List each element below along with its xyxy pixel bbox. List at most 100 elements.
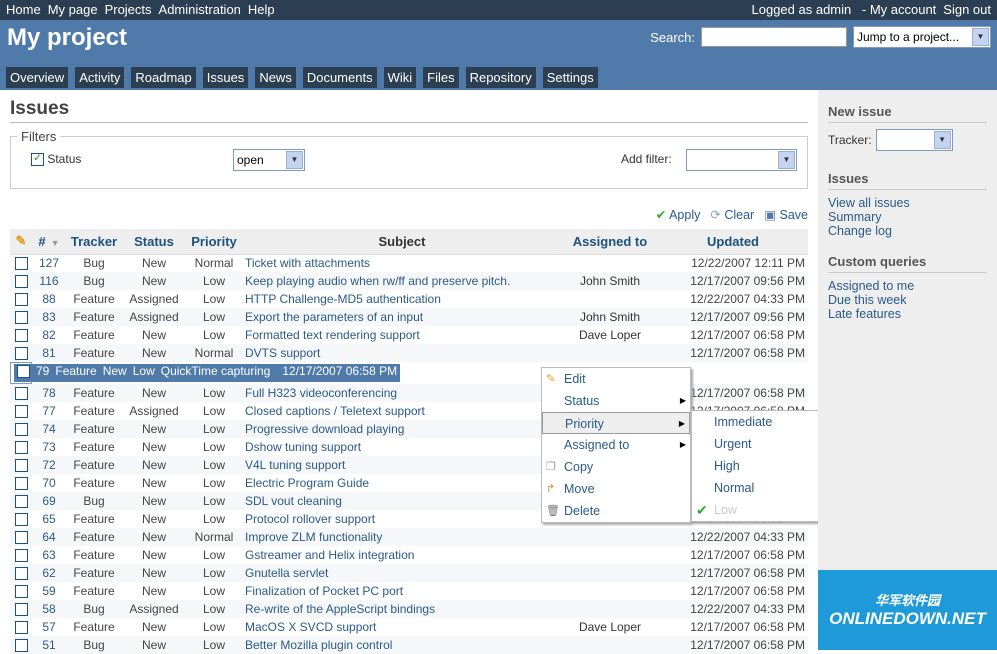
subject[interactable]: Gnutella servlet <box>242 564 562 582</box>
status-operator-select[interactable]: open ▼ <box>233 149 305 171</box>
sidebar-link-summary[interactable]: Summary <box>828 210 987 224</box>
issue-id[interactable]: 70 <box>32 474 66 492</box>
top-link-my-page[interactable]: My page <box>48 2 98 17</box>
row-checkbox[interactable] <box>14 567 28 581</box>
table-row[interactable]: 63 Feature New Low Gstreamer and Helix integ… <box>10 546 808 564</box>
subject[interactable]: Protocol rollover support <box>242 510 562 528</box>
subject[interactable]: Formatted text rendering support <box>242 326 562 344</box>
issue-id[interactable]: 59 <box>32 582 66 600</box>
row-checkbox[interactable] <box>14 477 28 491</box>
apply-button[interactable]: ✔ Apply <box>656 207 701 222</box>
subject[interactable]: Ticket with attachments <box>242 254 562 272</box>
tab-wiki[interactable]: Wiki <box>383 67 417 88</box>
assignee[interactable]: Dave Loper <box>562 618 658 636</box>
issue-id[interactable]: 65 <box>32 510 66 528</box>
subject[interactable]: QuickTime capturing <box>157 364 274 382</box>
issue-id[interactable]: 79 <box>33 364 53 382</box>
assignee[interactable]: John Smith <box>562 308 658 326</box>
issue-id[interactable]: 88 <box>32 290 66 308</box>
column-status[interactable]: Status <box>122 229 186 255</box>
tab-roadmap[interactable]: Roadmap <box>131 67 196 88</box>
issue-id[interactable]: 64 <box>32 528 66 546</box>
context-menu-move[interactable]: ↱ Move <box>542 478 690 500</box>
context-menu-priority[interactable]: Priority ▶ <box>542 412 690 434</box>
column-subject[interactable]: Subject <box>242 229 562 255</box>
row-checkbox[interactable] <box>14 639 28 653</box>
row-checkbox[interactable] <box>17 365 30 379</box>
row-checkbox[interactable] <box>14 329 28 343</box>
table-row[interactable]: 83 Feature Assigned Low Export the parameter… <box>10 308 808 326</box>
subject[interactable]: DVTS support <box>242 344 562 362</box>
status-filter-checkbox[interactable]: ✓ <box>31 153 44 167</box>
row-checkbox[interactable] <box>14 275 28 289</box>
top-link-home[interactable]: Home <box>6 2 41 17</box>
sign-out-link[interactable]: Sign out <box>943 2 991 17</box>
table-row[interactable]: 58 Bug Assigned Low Re-write of the AppleScr… <box>10 600 808 618</box>
tab-overview[interactable]: Overview <box>6 67 69 88</box>
table-row[interactable]: 116 Bug New Low Keep playing audio when rw/f… <box>10 272 808 290</box>
issue-id[interactable]: 74 <box>32 420 66 438</box>
jump-to-project-select[interactable]: Jump to a project... ▼ <box>853 26 991 48</box>
tab-settings[interactable]: Settings <box>542 67 598 88</box>
issue-id[interactable]: 116 <box>32 272 66 290</box>
tab-files[interactable]: Files <box>423 67 459 88</box>
row-checkbox[interactable] <box>14 293 28 307</box>
custom-query-late-features[interactable]: Late features <box>828 307 987 321</box>
table-row[interactable]: 82 Feature New Low Formatted text rendering … <box>10 326 808 344</box>
table-row[interactable]: 62 Feature New Low Gnutella servlet 12/17/200… <box>10 564 808 582</box>
column-updated[interactable]: Updated <box>658 229 808 255</box>
table-row[interactable]: 127 Bug New Normal Ticket with attachments 12… <box>10 254 808 272</box>
row-checkbox[interactable] <box>14 347 28 361</box>
subject[interactable]: Better Mozilla plugin control <box>242 636 562 654</box>
row-checkbox[interactable] <box>14 585 28 599</box>
row-checkbox[interactable] <box>14 549 28 563</box>
table-row[interactable]: 57 Feature New Low MacOS X SVCD support Dave … <box>10 618 808 636</box>
context-menu-edit[interactable]: ✎ Edit <box>542 368 690 390</box>
row-checkbox[interactable] <box>14 311 28 325</box>
top-link-projects[interactable]: Projects <box>105 2 152 17</box>
subject[interactable]: Electric Program Guide <box>242 474 562 492</box>
save-button[interactable]: ▣ Save <box>764 207 808 222</box>
table-row[interactable]: 88 Feature Assigned Low HTTP Challenge-MD5 a… <box>10 290 808 308</box>
issue-id[interactable]: 73 <box>32 438 66 456</box>
table-row[interactable]: 51 Bug New Low Better Mozilla plugin control… <box>10 636 808 654</box>
tab-issues[interactable]: Issues <box>202 67 249 88</box>
sidebar-link-view-all-issues[interactable]: View all issues <box>828 196 987 210</box>
issue-id[interactable]: 127 <box>32 254 66 272</box>
add-filter-select[interactable]: ▼ <box>686 149 797 171</box>
table-row[interactable]: 64 Feature New Normal Improve ZLM functional… <box>10 528 808 546</box>
subject[interactable]: Closed captions / Teletext support <box>242 402 562 420</box>
issue-id[interactable]: 81 <box>32 344 66 362</box>
table-row[interactable]: 59 Feature New Low Finalization of Pocket PC… <box>10 582 808 600</box>
subject[interactable]: V4L tuning support <box>242 456 562 474</box>
row-checkbox[interactable] <box>14 441 28 455</box>
row-checkbox[interactable] <box>14 531 28 545</box>
top-link-help[interactable]: Help <box>248 2 275 17</box>
row-checkbox[interactable] <box>14 387 28 401</box>
row-checkbox[interactable] <box>14 495 28 509</box>
assignee[interactable]: John Smith <box>562 272 658 290</box>
row-checkbox[interactable] <box>14 621 28 635</box>
subject[interactable]: Export the parameters of an input <box>242 308 562 326</box>
column-assigned-to[interactable]: Assigned to <box>562 229 658 255</box>
context-menu-status[interactable]: Status ▶ <box>542 390 690 412</box>
tracker-select[interactable]: ▼ <box>875 129 953 151</box>
issue-id[interactable]: 82 <box>32 326 66 344</box>
column-priority[interactable]: Priority <box>186 229 242 255</box>
row-checkbox[interactable] <box>14 423 28 437</box>
column-tracker[interactable]: Tracker <box>66 229 122 255</box>
custom-query-assigned-to-me[interactable]: Assigned to me <box>828 279 987 293</box>
tab-documents[interactable]: Documents <box>302 67 377 88</box>
tab-repository[interactable]: Repository <box>465 67 536 88</box>
subject[interactable]: HTTP Challenge-MD5 authentication <box>242 290 562 308</box>
context-menu-assigned-to[interactable]: Assigned to ▶ <box>542 434 690 456</box>
top-link-administration[interactable]: Administration <box>159 2 241 17</box>
subject[interactable]: SDL vout cleaning <box>242 492 562 510</box>
row-checkbox[interactable] <box>14 257 28 271</box>
issue-id[interactable]: 57 <box>32 618 66 636</box>
issue-id[interactable]: 62 <box>32 564 66 582</box>
custom-query-due-this-week[interactable]: Due this week <box>828 293 987 307</box>
subject[interactable]: Dshow tuning support <box>242 438 562 456</box>
subject[interactable]: Gstreamer and Helix integration <box>242 546 562 564</box>
subject[interactable]: Finalization of Pocket PC port <box>242 582 562 600</box>
